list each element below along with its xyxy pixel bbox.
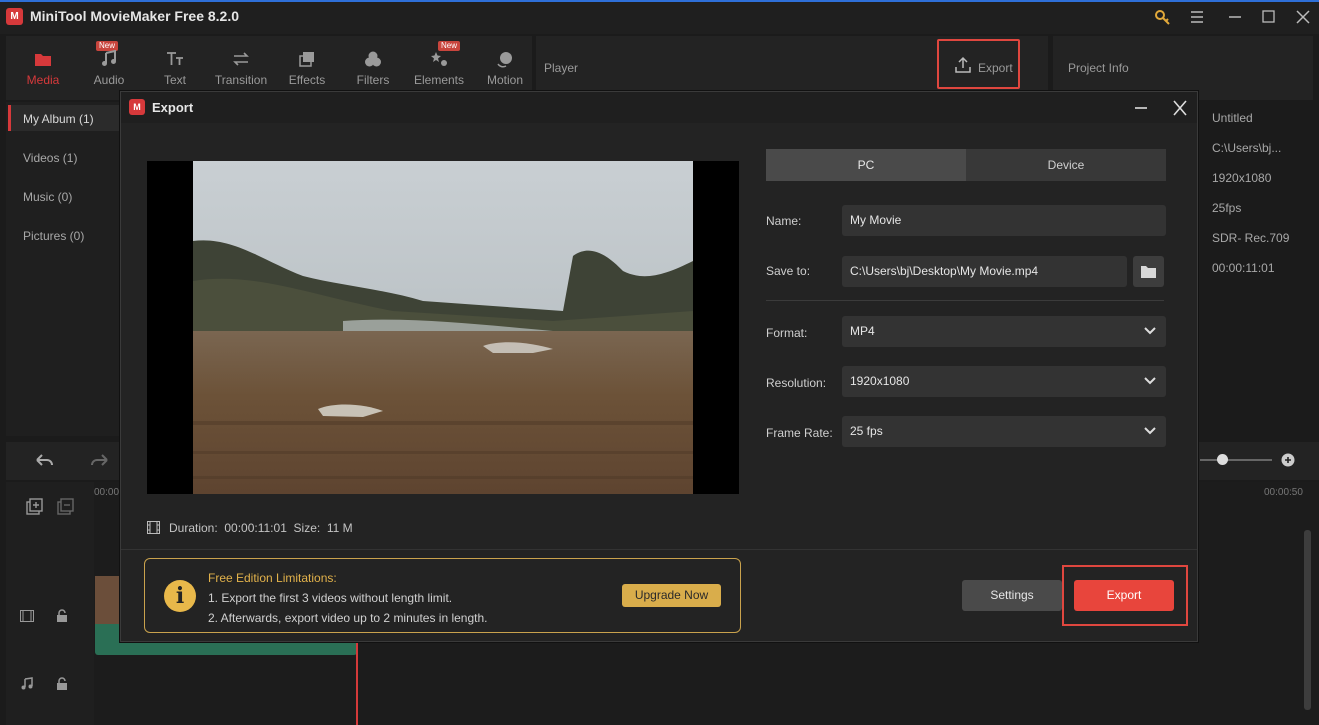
project-info-label: Project Info xyxy=(1068,61,1129,75)
minimize-icon[interactable] xyxy=(1222,6,1248,28)
dialog-title: Export xyxy=(152,100,194,115)
project-framerate: 25fps xyxy=(1212,201,1242,215)
album-pictures[interactable]: Pictures (0) xyxy=(23,229,84,243)
frame-rate-label: Frame Rate: xyxy=(766,426,833,440)
form-divider xyxy=(766,300,1164,301)
filters-icon xyxy=(365,51,381,67)
chevron-down-icon xyxy=(1144,377,1156,385)
export-icon xyxy=(955,56,971,73)
name-label: Name: xyxy=(766,214,802,228)
maximize-icon[interactable] xyxy=(1256,6,1282,28)
info-icon: i xyxy=(164,580,196,612)
remove-track-icon[interactable] xyxy=(57,498,75,516)
top-export-label: Export xyxy=(978,61,1013,75)
dialog-header xyxy=(121,92,1197,123)
tool-label: Media xyxy=(26,73,60,87)
video-track-icon xyxy=(20,610,34,622)
tool-label: Audio xyxy=(93,73,125,87)
app-title: MiniTool MovieMaker Free 8.2.0 xyxy=(30,8,240,24)
save-to-label: Save to: xyxy=(766,264,811,278)
resolution-select[interactable]: 1920x1080 xyxy=(842,366,1166,397)
dialog-minimize-icon[interactable] xyxy=(1130,97,1152,119)
folder-icon xyxy=(1141,266,1156,278)
film-icon xyxy=(147,521,160,534)
tool-label: Elements xyxy=(413,73,465,87)
zoom-in-icon[interactable] xyxy=(1280,452,1296,468)
project-duration: 00:00:11:01 xyxy=(1212,261,1275,275)
limitation-line-1: 1. Export the first 3 videos without len… xyxy=(208,591,453,605)
project-resolution: 1920x1080 xyxy=(1212,171,1272,185)
settings-button[interactable]: Settings xyxy=(962,580,1062,611)
tool-media[interactable]: Media xyxy=(10,36,76,100)
tool-label: Filters xyxy=(356,73,390,87)
playhead[interactable] xyxy=(356,640,358,725)
album-music[interactable]: Music (0) xyxy=(23,190,72,204)
player-label: Player xyxy=(544,61,579,75)
chevron-down-icon xyxy=(1144,327,1156,335)
album-videos[interactable]: Videos (1) xyxy=(23,151,77,165)
export-button[interactable]: Export xyxy=(1074,580,1174,611)
lock-icon[interactable] xyxy=(56,609,68,623)
tool-label: Transition xyxy=(214,73,268,87)
tool-label: Motion xyxy=(486,73,524,87)
format-label: Format: xyxy=(766,326,808,340)
music-icon xyxy=(102,50,116,66)
undo-icon[interactable] xyxy=(34,451,56,471)
frame-rate-value: 25 fps xyxy=(850,424,883,438)
close-icon[interactable] xyxy=(1290,6,1316,28)
app-logo: M xyxy=(6,8,23,25)
resolution-value: 1920x1080 xyxy=(850,374,910,388)
chevron-down-icon xyxy=(1144,427,1156,435)
dialog-logo: M xyxy=(129,99,145,115)
resolution-label: Resolution: xyxy=(766,376,827,390)
album-my-album[interactable]: My Album (1) xyxy=(23,112,94,126)
clip-thumbnail xyxy=(95,576,121,624)
dialog-close-icon[interactable] xyxy=(1169,97,1191,119)
album-active-indicator xyxy=(8,105,11,131)
preview-image xyxy=(193,161,693,494)
timeline-scrollbar[interactable] xyxy=(1304,530,1311,710)
tool-label: Text xyxy=(163,73,186,87)
tab-pc[interactable]: PC xyxy=(766,149,966,181)
ruler-end: 00:00:50 xyxy=(1264,487,1303,498)
project-color-space: SDR- Rec.709 xyxy=(1212,231,1290,245)
tool-label: Effects xyxy=(288,73,326,87)
limitations-title: Free Edition Limitations: xyxy=(208,571,337,585)
text-icon xyxy=(167,52,183,65)
browse-folder-button[interactable] xyxy=(1133,256,1164,287)
transition-icon xyxy=(233,52,249,66)
format-value: MP4 xyxy=(850,324,875,338)
zoom-slider-knob[interactable] xyxy=(1217,454,1228,465)
audio-track-icon xyxy=(20,677,34,691)
save-path-field[interactable]: C:\Users\bj\Desktop\My Movie.mp4 xyxy=(842,256,1127,287)
upgrade-now-button[interactable]: Upgrade Now xyxy=(622,584,721,607)
dialog-footer-divider xyxy=(121,549,1197,550)
menu-icon[interactable] xyxy=(1184,6,1210,28)
motion-icon xyxy=(497,52,512,68)
key-icon[interactable] xyxy=(1150,6,1176,28)
format-select[interactable]: MP4 xyxy=(842,316,1166,347)
redo-icon[interactable] xyxy=(88,451,110,471)
tab-device[interactable]: Device xyxy=(966,149,1166,181)
limitation-line-2: 2. Afterwards, export video up to 2 minu… xyxy=(208,611,488,625)
name-field[interactable]: My Movie xyxy=(842,205,1166,236)
duration-size-text: Duration: 00:00:11:01 Size: 11 M xyxy=(169,521,353,535)
add-track-icon[interactable] xyxy=(26,498,44,516)
effects-icon xyxy=(299,52,314,67)
project-path: C:\Users\bj... xyxy=(1212,141,1282,155)
ruler-start: 00:00 xyxy=(94,487,120,498)
folder-icon xyxy=(35,54,51,66)
zoom-slider-track[interactable] xyxy=(1200,459,1272,461)
lock-icon[interactable] xyxy=(56,677,68,691)
frame-rate-select[interactable]: 25 fps xyxy=(842,416,1166,447)
project-name: Untitled xyxy=(1212,111,1253,125)
elements-icon xyxy=(431,52,447,66)
